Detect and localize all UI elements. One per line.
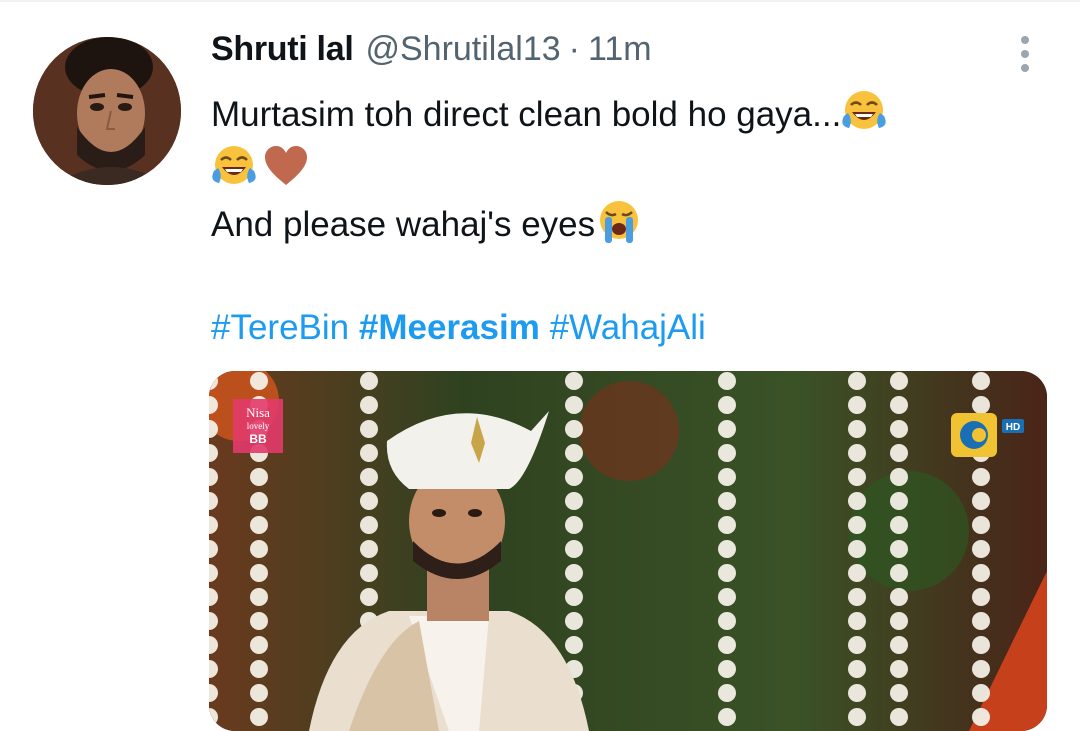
tweet-text-line-3: And please wahaj's eyes <box>211 198 643 245</box>
tweet-media-image[interactable]: Nisa lovely BB HD <box>209 371 1047 731</box>
emoji-row <box>211 143 309 189</box>
loudly-crying-face-icon <box>600 201 639 243</box>
tweet-text-line-1: Murtasim toh direct clean bold ho gaya..… <box>211 88 887 135</box>
face-with-tears-of-joy-icon <box>212 146 256 184</box>
channel-logo-hd: HD <box>1006 422 1020 433</box>
brown-heart-icon <box>265 146 307 185</box>
display-name[interactable]: Shruti lal <box>211 30 354 69</box>
timestamp[interactable]: 11m <box>588 30 652 69</box>
hashtag-meerasim[interactable]: #Meerasim <box>359 308 540 347</box>
more-options-icon[interactable] <box>1012 32 1038 76</box>
tweet-text-1: Murtasim toh direct clean bold ho gaya..… <box>211 95 842 134</box>
hashtag-wahajali[interactable]: #WahajAli <box>550 308 706 347</box>
face-with-tears-of-joy-icon <box>842 91 886 129</box>
media-scene: Nisa lovely BB HD <box>209 371 1047 731</box>
avatar-image <box>33 37 181 185</box>
tweet-text-3: And please wahaj's eyes <box>211 205 596 244</box>
tweet-header: Shruti lal @Shrutilal13 · 11m <box>211 30 652 78</box>
user-handle[interactable]: @Shrutilal13 <box>365 30 560 69</box>
user-avatar[interactable] <box>33 37 181 185</box>
separator-dot: · <box>568 30 580 68</box>
hashtag-line: #TereBin #Meerasim #WahajAli <box>211 308 706 348</box>
top-divider <box>0 0 1080 2</box>
sponsor-logo-text-2: lovely <box>247 421 270 431</box>
sponsor-logo-text-3: BB <box>249 432 267 446</box>
sponsor-logo-text-1: Nisa <box>246 405 270 420</box>
hashtag-terebin[interactable]: #TereBin <box>211 308 349 347</box>
